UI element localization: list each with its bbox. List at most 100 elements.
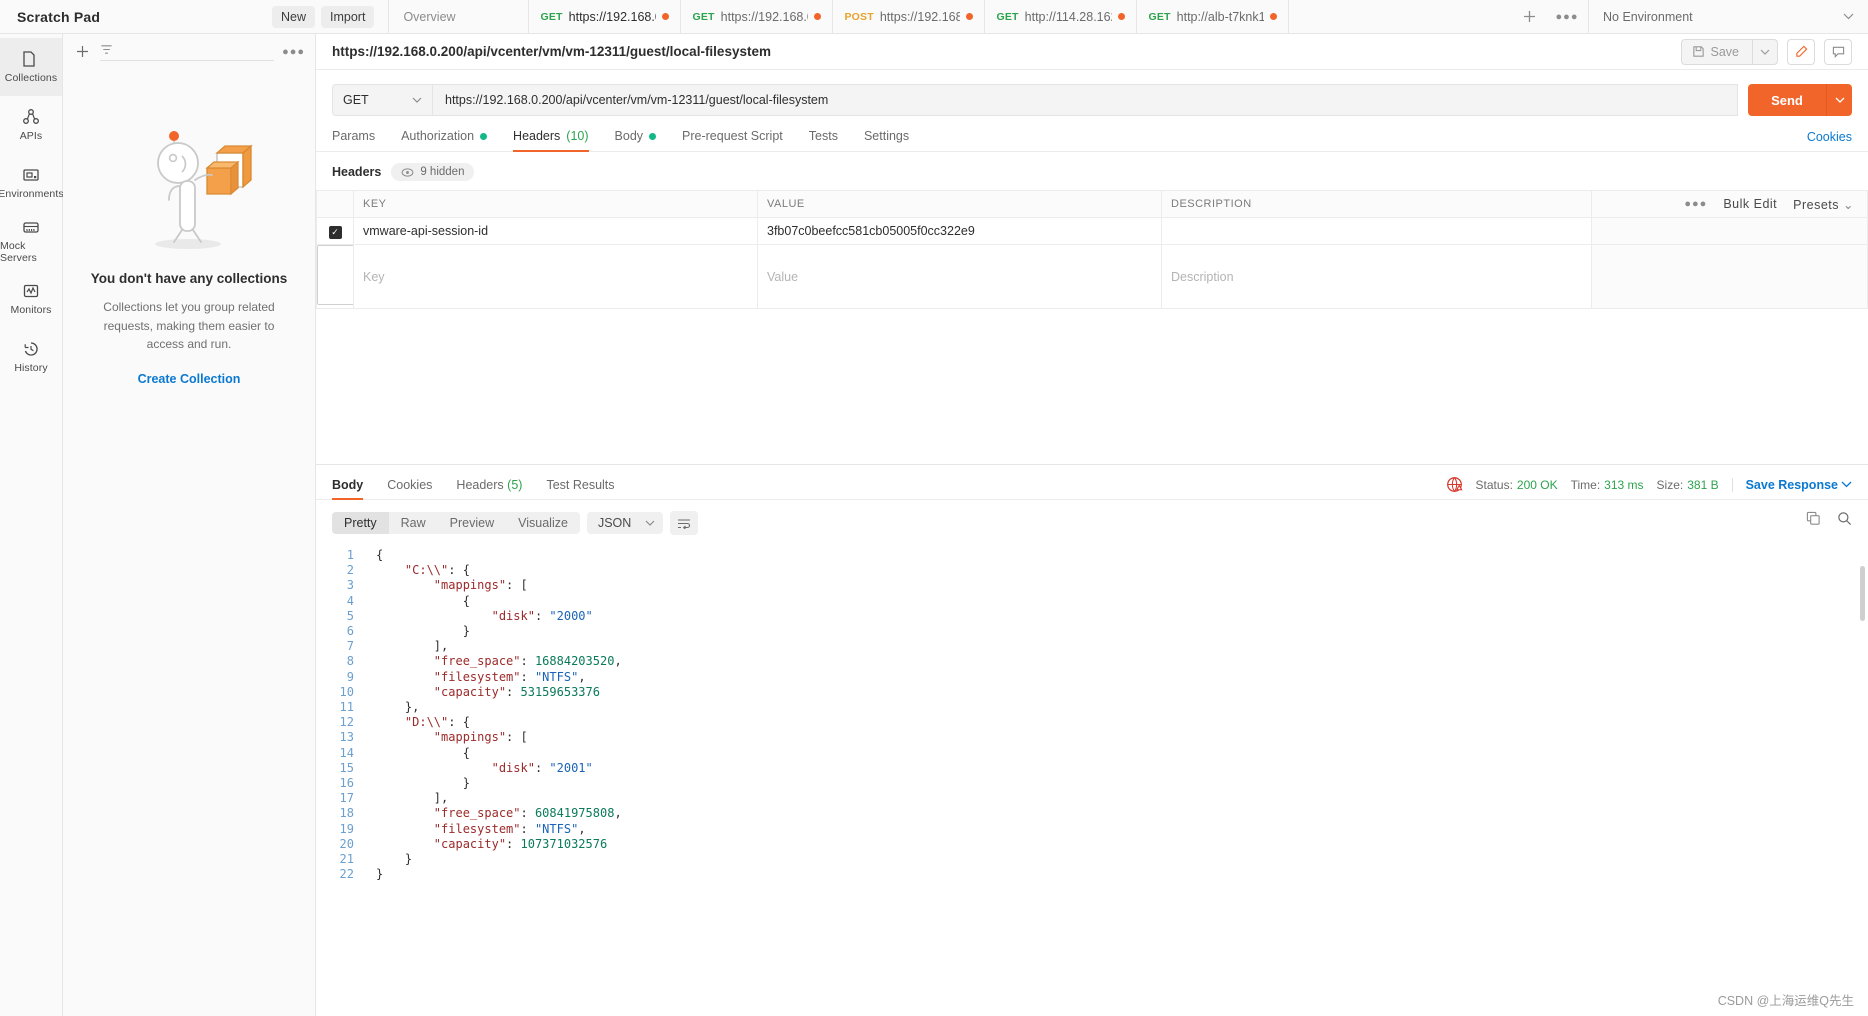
row-description[interactable] <box>1161 217 1592 245</box>
code-scrollbar-thumb[interactable] <box>1860 566 1865 621</box>
send-options-button[interactable] <box>1826 84 1852 116</box>
row-actions <box>1591 244 1868 309</box>
response-body-code[interactable]: 1 2 3 4 5 6 7 8 9 10 11 12 13 14 15 16 17 18 19 20 21 22 { "C… <box>316 548 1868 978</box>
request-tab[interactable]: GET https://192.168.0.200/ <box>681 0 834 33</box>
bulk-edit-button[interactable]: Bulk Edit <box>1723 197 1777 211</box>
line-number: 9 <box>346 669 354 684</box>
line-number: 3 <box>346 578 354 593</box>
monitor-icon <box>23 284 39 298</box>
view-mode-raw[interactable]: Raw <box>389 512 438 534</box>
request-pane: https://192.168.0.200/api/vcenter/vm/vm-… <box>316 34 1868 1016</box>
line-number: 5 <box>346 608 354 623</box>
code-token: : <box>534 608 550 623</box>
request-subtab-settings[interactable]: Settings <box>864 129 909 152</box>
line-number: 18 <box>339 806 354 821</box>
line-number: 21 <box>339 852 354 867</box>
code-scrollbar-track[interactable] <box>1857 548 1868 978</box>
row-value[interactable]: 3fb07c0beefcc581cb05005f0cc322e9 <box>757 217 1162 245</box>
edit-request-button[interactable] <box>1787 38 1815 65</box>
rail-item-apis[interactable]: APIs <box>0 96 62 154</box>
view-mode-visualize[interactable]: Visualize <box>506 512 580 534</box>
send-button[interactable]: Send <box>1748 84 1826 116</box>
apis-icon <box>23 109 39 124</box>
rail-item-collections[interactable]: Collections <box>0 38 62 96</box>
new-value-input[interactable]: Value <box>757 244 1162 309</box>
chevron-down-icon[interactable] <box>1841 481 1852 488</box>
comment-button[interactable] <box>1824 38 1852 65</box>
new-tab-button[interactable] <box>1512 0 1546 33</box>
tab-overflow-button[interactable]: ●●● <box>1546 0 1588 33</box>
line-number-gutter: 1 2 3 4 5 6 7 8 9 10 11 12 13 14 15 16 17 18 19 20 21 22 <box>316 548 364 882</box>
code-line: } <box>376 852 622 867</box>
format-selector[interactable]: JSON <box>586 512 664 534</box>
line-number: 19 <box>339 821 354 836</box>
sidebar-more-button[interactable]: ●●● <box>282 46 305 58</box>
create-collection-link[interactable]: Create Collection <box>138 372 241 386</box>
add-collection-button[interactable] <box>73 44 92 61</box>
code-token: "NTFS" <box>534 669 579 684</box>
method-selector[interactable]: GET <box>332 84 432 116</box>
new-description-input[interactable]: Description <box>1161 244 1592 309</box>
response-subtab-body[interactable]: Body <box>332 478 364 500</box>
request-subtab-params[interactable]: Params <box>332 129 375 152</box>
presets-button[interactable]: Presets <box>1793 197 1854 212</box>
wrap-lines-button[interactable] <box>670 511 699 535</box>
eye-icon <box>401 167 414 177</box>
table-row[interactable]: Key Value Description <box>316 244 1868 309</box>
save-options-button[interactable] <box>1752 38 1778 65</box>
view-mode-preview[interactable]: Preview <box>438 512 506 534</box>
rail-item-mock-servers[interactable]: Mock Servers <box>0 212 62 270</box>
row-checkbox[interactable]: ✓ <box>328 225 342 239</box>
code-line: { <box>376 548 622 563</box>
rail-item-monitors[interactable]: Monitors <box>0 270 62 328</box>
chevron-down-icon <box>1760 49 1770 55</box>
row-checkbox-cell[interactable]: ✓ <box>316 217 354 245</box>
response-subtab-cookies[interactable]: Cookies <box>387 478 432 500</box>
code-token: "mappings" <box>433 730 507 745</box>
rail-item-environments[interactable]: Environments <box>0 154 64 212</box>
request-tab[interactable]: GET http://alb-t7knk1vju1rc <box>1137 0 1290 33</box>
request-subtab-tests[interactable]: Tests <box>809 129 838 152</box>
environment-selector[interactable]: No Environment <box>1588 0 1868 33</box>
response-subtab-test-results[interactable]: Test Results <box>546 478 614 500</box>
row-checkbox[interactable] <box>317 245 353 305</box>
code-token: 16884203520 <box>534 654 615 669</box>
code-token: } <box>376 867 384 882</box>
new-button[interactable]: New <box>272 5 316 28</box>
save-button[interactable]: Save <box>1680 38 1752 65</box>
collections-sidebar: ●●● You don't have any collections Colle… <box>63 34 316 1016</box>
view-mode-pretty[interactable]: Pretty <box>332 512 389 534</box>
code-token: } <box>376 624 470 639</box>
request-subtab-pre-request-script[interactable]: Pre-request Script <box>682 129 783 152</box>
request-subtab-authorization[interactable]: Authorization <box>401 129 488 152</box>
hidden-headers-toggle[interactable]: 9 hidden <box>391 163 475 181</box>
request-tab[interactable]: GET http://114.28.162.38:8 <box>985 0 1138 33</box>
method-value: GET <box>343 93 369 107</box>
code-token: "D:\\" <box>404 715 449 730</box>
save-response-button[interactable]: Save Response <box>1746 478 1838 492</box>
copy-button[interactable] <box>1806 511 1821 529</box>
code-token: "2000" <box>549 608 593 623</box>
url-input[interactable]: https://192.168.0.200/api/vcenter/vm/vm-… <box>432 84 1738 116</box>
table-more-button[interactable]: ●●● <box>1684 198 1707 210</box>
table-row[interactable]: ✓ vmware-api-session-id 3fb07c0beefcc581… <box>316 217 1868 245</box>
tab-overview[interactable]: Overview <box>389 0 530 33</box>
request-tab-url: https://192.168.0.200/ <box>568 9 657 24</box>
request-tab[interactable]: POST https://192.168.0.200 <box>833 0 986 33</box>
request-subtab-headers[interactable]: Headers (10) <box>513 129 589 152</box>
request-tab[interactable]: GET https://192.168.0.200/ <box>529 0 682 33</box>
cookies-link[interactable]: Cookies <box>1807 130 1852 144</box>
request-subtab-body[interactable]: Body <box>615 129 657 152</box>
new-key-input[interactable]: Key <box>353 244 758 309</box>
row-checkbox-cell[interactable] <box>316 244 354 309</box>
response-subtab-headers[interactable]: Headers (5) <box>456 478 522 500</box>
row-key[interactable]: vmware-api-session-id <box>353 217 758 245</box>
import-button[interactable]: Import <box>321 5 375 28</box>
rail-item-label: APIs <box>19 130 43 142</box>
rail-item-history[interactable]: History <box>0 328 62 386</box>
sidebar-filter[interactable] <box>100 43 275 61</box>
line-number: 4 <box>346 593 354 608</box>
code-token: { <box>376 745 470 760</box>
search-body-button[interactable] <box>1837 511 1852 529</box>
